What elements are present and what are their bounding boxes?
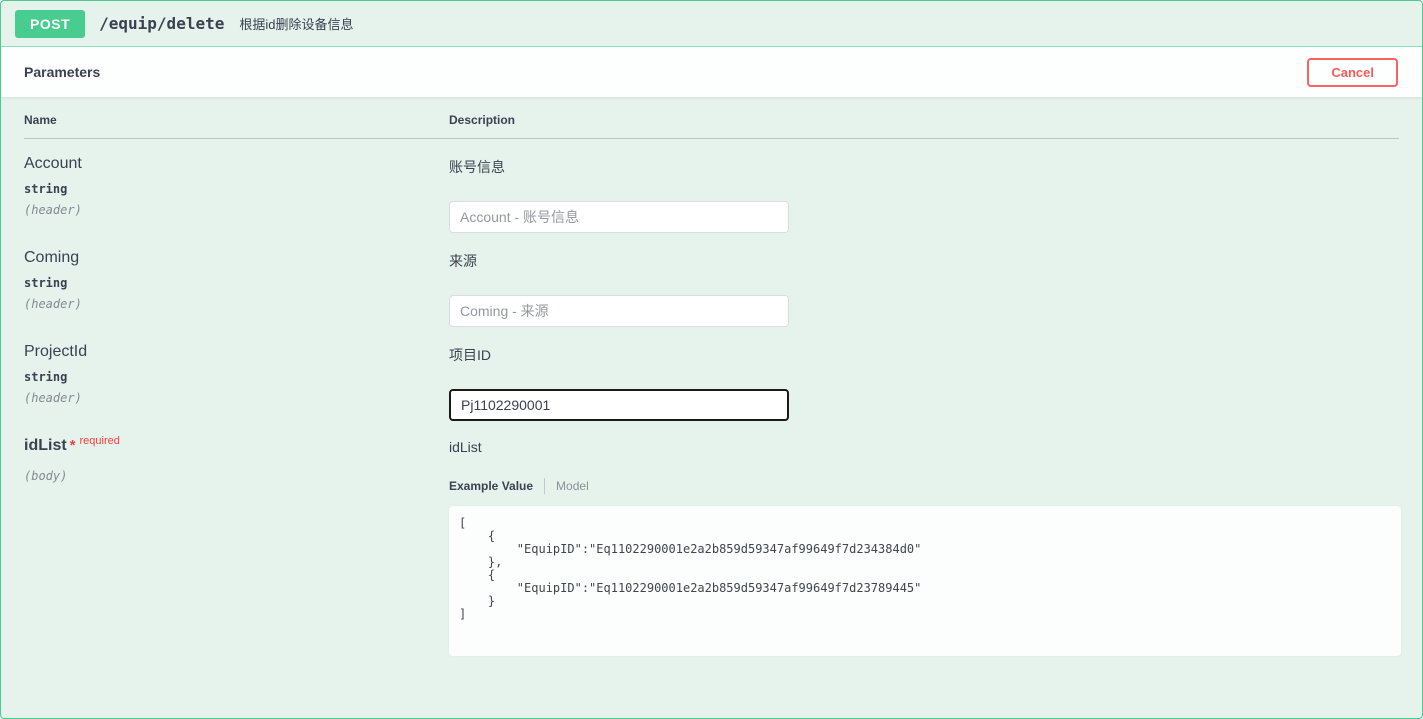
projectid-input[interactable] [449, 389, 789, 421]
param-description: 项目ID [449, 345, 1399, 365]
param-name: Coming [24, 249, 449, 267]
param-location: (header) [24, 297, 449, 311]
table-header-row: Name Description [24, 98, 1399, 139]
param-description: 账号信息 [449, 157, 1399, 177]
account-input[interactable] [449, 201, 789, 233]
endpoint-summary: 根据id删除设备信息 [239, 14, 353, 33]
param-description: idList [449, 439, 1401, 455]
param-name: idList*required [24, 437, 449, 455]
required-star: * [70, 437, 76, 454]
param-row-account: Account string (header) 账号信息 [24, 139, 1399, 233]
param-type: string [24, 370, 449, 384]
parameters-table: Name Description Account string (header)… [1, 98, 1422, 656]
parameters-title: Parameters [24, 64, 100, 80]
tab-model[interactable]: Model [556, 479, 589, 493]
column-header-description: Description [449, 113, 1399, 127]
coming-input[interactable] [449, 295, 789, 327]
param-name: Account [24, 155, 449, 173]
tab-divider [544, 478, 545, 494]
opblock-post-equip-delete: POST /equip/delete 根据id删除设备信息 Parameters… [0, 0, 1423, 719]
parameters-section-header: Parameters Cancel [1, 47, 1422, 98]
tab-example-value[interactable]: Example Value [449, 479, 533, 493]
cancel-button[interactable]: Cancel [1307, 58, 1398, 87]
example-model-tabs: Example Value Model [449, 478, 1401, 494]
opblock-summary[interactable]: POST /equip/delete 根据id删除设备信息 [1, 1, 1422, 47]
column-header-name: Name [24, 113, 449, 127]
param-location: (header) [24, 391, 449, 405]
param-type: string [24, 182, 449, 196]
required-label: required [80, 435, 120, 447]
param-location: (header) [24, 203, 449, 217]
param-location: (body) [24, 469, 449, 483]
param-type: string [24, 276, 449, 290]
http-method-badge: POST [15, 10, 85, 38]
param-name: ProjectId [24, 343, 449, 361]
endpoint-path: /equip/delete [99, 14, 224, 33]
param-row-coming: Coming string (header) 来源 [24, 233, 1399, 327]
param-row-idlist: idList*required (body) idList Example Va… [24, 421, 1399, 656]
param-description: 来源 [449, 251, 1399, 271]
param-row-projectid: ProjectId string (header) 项目ID [24, 327, 1399, 421]
example-json-code: [ { "EquipID":"Eq1102290001e2a2b859d5934… [459, 517, 1391, 621]
example-json-block: [ { "EquipID":"Eq1102290001e2a2b859d5934… [449, 506, 1401, 656]
